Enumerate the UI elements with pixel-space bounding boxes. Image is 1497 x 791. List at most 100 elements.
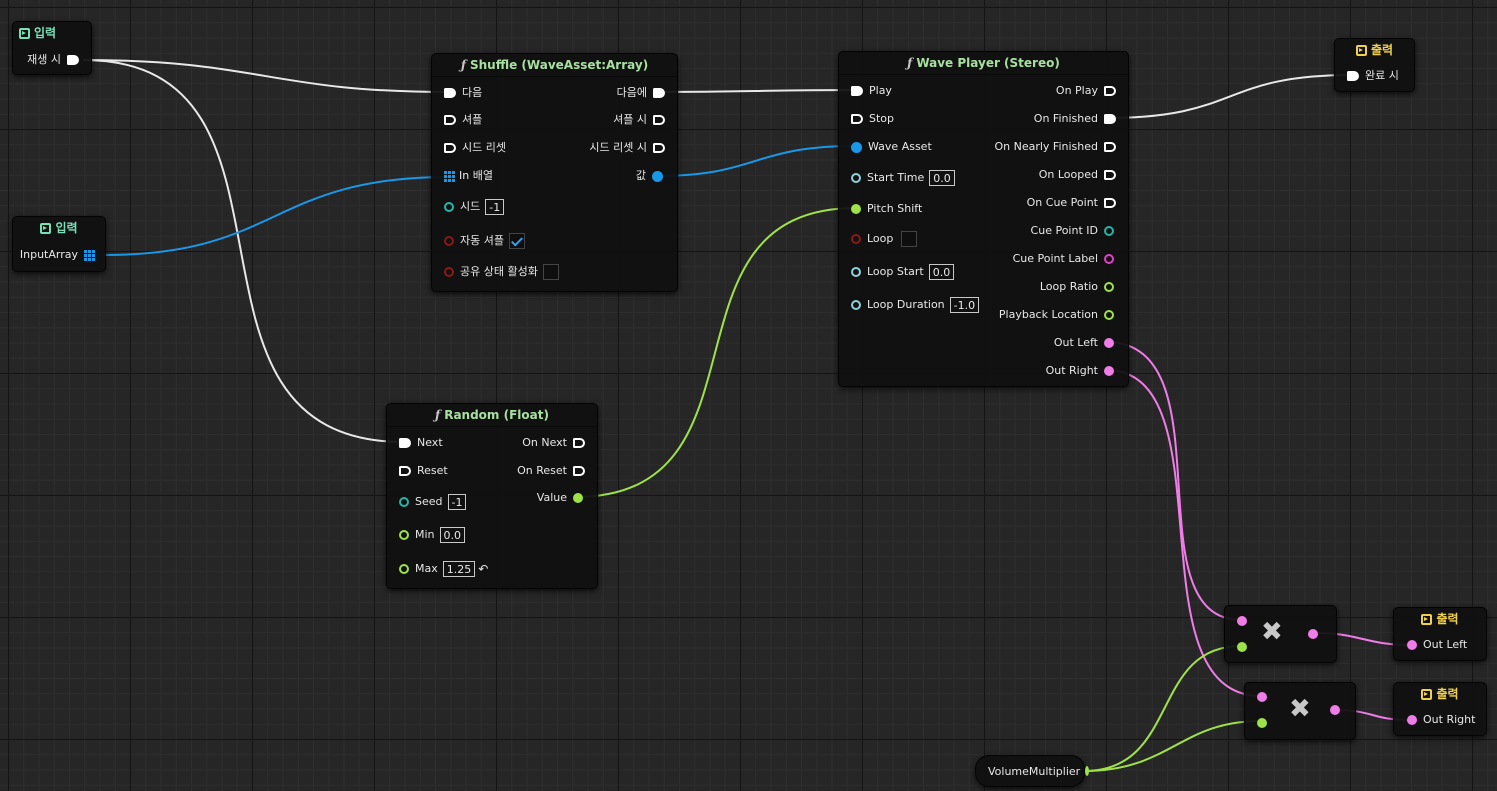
random-seed-input[interactable]: -1 [447,494,467,510]
audio-pin-icon[interactable] [1104,366,1114,376]
shuffle-next-pin[interactable]: 다음 [444,83,482,103]
wp-out-right-pin[interactable]: Out Right [1046,361,1114,381]
string-pin-icon[interactable] [1104,254,1114,264]
shuffle-node[interactable]: ƒ Shuffle (WaveAsset:Array) 다음 셔플 시드 리셋 I… [431,53,678,292]
random-min-pin[interactable]: Min 0.0 [399,525,466,545]
random-on-reset-pin[interactable]: On Reset [517,461,585,481]
wave-asset-pin-icon[interactable] [851,141,862,153]
wp-cue-point-id-pin[interactable]: Cue Point ID [1031,221,1114,241]
wp-wave-asset-pin[interactable]: Wave Asset [851,137,932,157]
wp-on-play-pin[interactable]: On Play [1056,81,1116,101]
shuffle-value-pin[interactable]: 값 [636,166,663,186]
exec-pin-icon[interactable] [444,143,456,153]
float-pin-icon[interactable] [399,530,409,540]
exec-pin-icon[interactable] [1104,198,1116,208]
exec-pin-icon[interactable] [653,115,665,125]
random-max-input[interactable]: 1.25 [442,561,476,577]
time-pin-icon[interactable] [851,173,861,183]
wave-player-node[interactable]: ƒ Wave Player (Stereo) Play Stop Wave Ass… [838,51,1129,387]
bool-pin-icon[interactable] [444,236,454,246]
random-reset-pin[interactable]: Reset [399,461,448,481]
exec-pin-icon[interactable] [1104,86,1116,96]
random-max-pin[interactable]: Max 1.25 ↶ [399,559,488,579]
wp-start-time-pin[interactable]: Start Time 0.0 [851,168,955,188]
input-array-node[interactable]: 입력 InputArray [12,216,106,272]
wp-loop-ratio-pin[interactable]: Loop Ratio [1040,277,1114,297]
loop-checkbox[interactable] [901,231,918,247]
audio-pin-icon[interactable] [1407,640,1417,650]
wp-loop-start-pin[interactable]: Loop Start 0.0 [851,262,955,282]
loop-start-input[interactable]: 0.0 [928,264,955,280]
random-on-next-pin[interactable]: On Next [522,433,585,453]
float-pin-icon[interactable] [573,493,583,503]
exec-pin-icon[interactable] [1104,142,1116,152]
wp-out-left-pin[interactable]: Out Left [1054,333,1114,353]
random-min-input[interactable]: 0.0 [439,527,466,543]
exec-pin-icon[interactable] [851,114,863,124]
exec-pin-icon[interactable] [851,86,863,96]
float-pin-icon[interactable] [1104,282,1114,292]
shuffle-seed-pin[interactable]: 시드 -1 [444,197,505,217]
shuffle-shared-state-pin[interactable]: 공유 상태 활성화 [444,262,559,282]
multiply-node-left[interactable]: ✖ [1224,605,1337,663]
shuffle-on-shuffle-pin[interactable]: 셔플 시 [613,110,665,130]
int-pin-icon[interactable] [444,202,454,212]
exec-pin-icon[interactable] [573,466,585,476]
int-pin-icon[interactable] [399,497,409,507]
audio-pin-icon[interactable] [1257,692,1267,702]
exec-pin-icon[interactable] [444,115,456,125]
float-pin-icon[interactable] [1237,642,1247,652]
wave-asset-pin-icon[interactable] [652,170,663,182]
wp-pitch-shift-pin[interactable]: Pitch Shift [851,199,922,219]
float-pin-icon[interactable] [1257,718,1267,728]
exec-pin-icon[interactable] [1347,71,1359,81]
shuffle-shuffle-pin[interactable]: 셔플 [444,110,482,130]
wp-loop-pin[interactable]: Loop [851,229,918,249]
exec-pin-icon[interactable] [573,438,585,448]
time-pin-icon[interactable] [851,267,861,277]
audio-pin-icon[interactable] [1330,705,1340,715]
exec-pin-icon[interactable] [444,88,456,98]
start-time-input[interactable]: 0.0 [929,170,955,186]
exec-pin-icon[interactable] [1104,170,1116,180]
exec-pin-icon[interactable] [653,143,665,153]
audio-pin-icon[interactable] [1407,715,1417,725]
loop-duration-input[interactable]: -1.0 [949,297,980,313]
shuffle-seed-input[interactable]: -1 [485,199,505,215]
exec-pin-icon[interactable] [399,438,411,448]
exec-pin-icon[interactable] [653,88,665,98]
wp-on-finished-pin[interactable]: On Finished [1034,109,1116,129]
auto-shuffle-checkbox[interactable] [508,233,525,249]
exec-pin-icon[interactable] [67,55,79,65]
random-value-pin[interactable]: Value [537,488,583,508]
audio-pin-icon[interactable] [1104,338,1114,348]
exec-pin-icon[interactable] [1104,114,1116,124]
float-pin-icon[interactable] [851,204,861,214]
wp-on-cue-point-pin[interactable]: On Cue Point [1027,193,1116,213]
output-left-node[interactable]: 출력 Out Left [1393,607,1487,661]
audio-pin-icon[interactable] [1237,616,1247,626]
output-finished-node[interactable]: 출력 완료 시 [1334,38,1415,92]
bool-pin-icon[interactable] [851,234,861,244]
multiply-node-right[interactable]: ✖ [1244,682,1356,740]
wp-on-nearly-finished-pin[interactable]: On Nearly Finished [994,137,1116,157]
time-pin-icon[interactable] [851,300,861,310]
reset-arrow-icon[interactable]: ↶ [478,559,488,579]
float-pin-icon[interactable] [399,564,409,574]
shuffle-on-next-pin[interactable]: 다음에 [617,83,665,103]
output-right-node[interactable]: 출력 Out Right [1393,682,1487,736]
float-pin-icon[interactable] [1104,310,1114,320]
bool-pin-icon[interactable] [444,267,454,277]
wp-loop-duration-pin[interactable]: Loop Duration -1.0 [851,295,980,315]
output-right-pin[interactable]: Out Right [1407,710,1475,730]
array-icon[interactable] [84,249,95,261]
input-play-node[interactable]: 입력 재생 시 [12,21,92,75]
exec-pin-icon[interactable] [399,466,411,476]
volume-multiplier-node[interactable]: VolumeMultiplier [975,755,1090,787]
random-seed-pin[interactable]: Seed -1 [399,492,467,512]
random-float-node[interactable]: ƒ Random (Float) Next Reset Seed -1 Min 0.0… [386,403,598,589]
array-icon[interactable] [444,170,455,182]
random-next-pin[interactable]: Next [399,433,443,453]
wp-stop-pin[interactable]: Stop [851,109,894,129]
input-array-pin[interactable]: InputArray [20,245,95,265]
